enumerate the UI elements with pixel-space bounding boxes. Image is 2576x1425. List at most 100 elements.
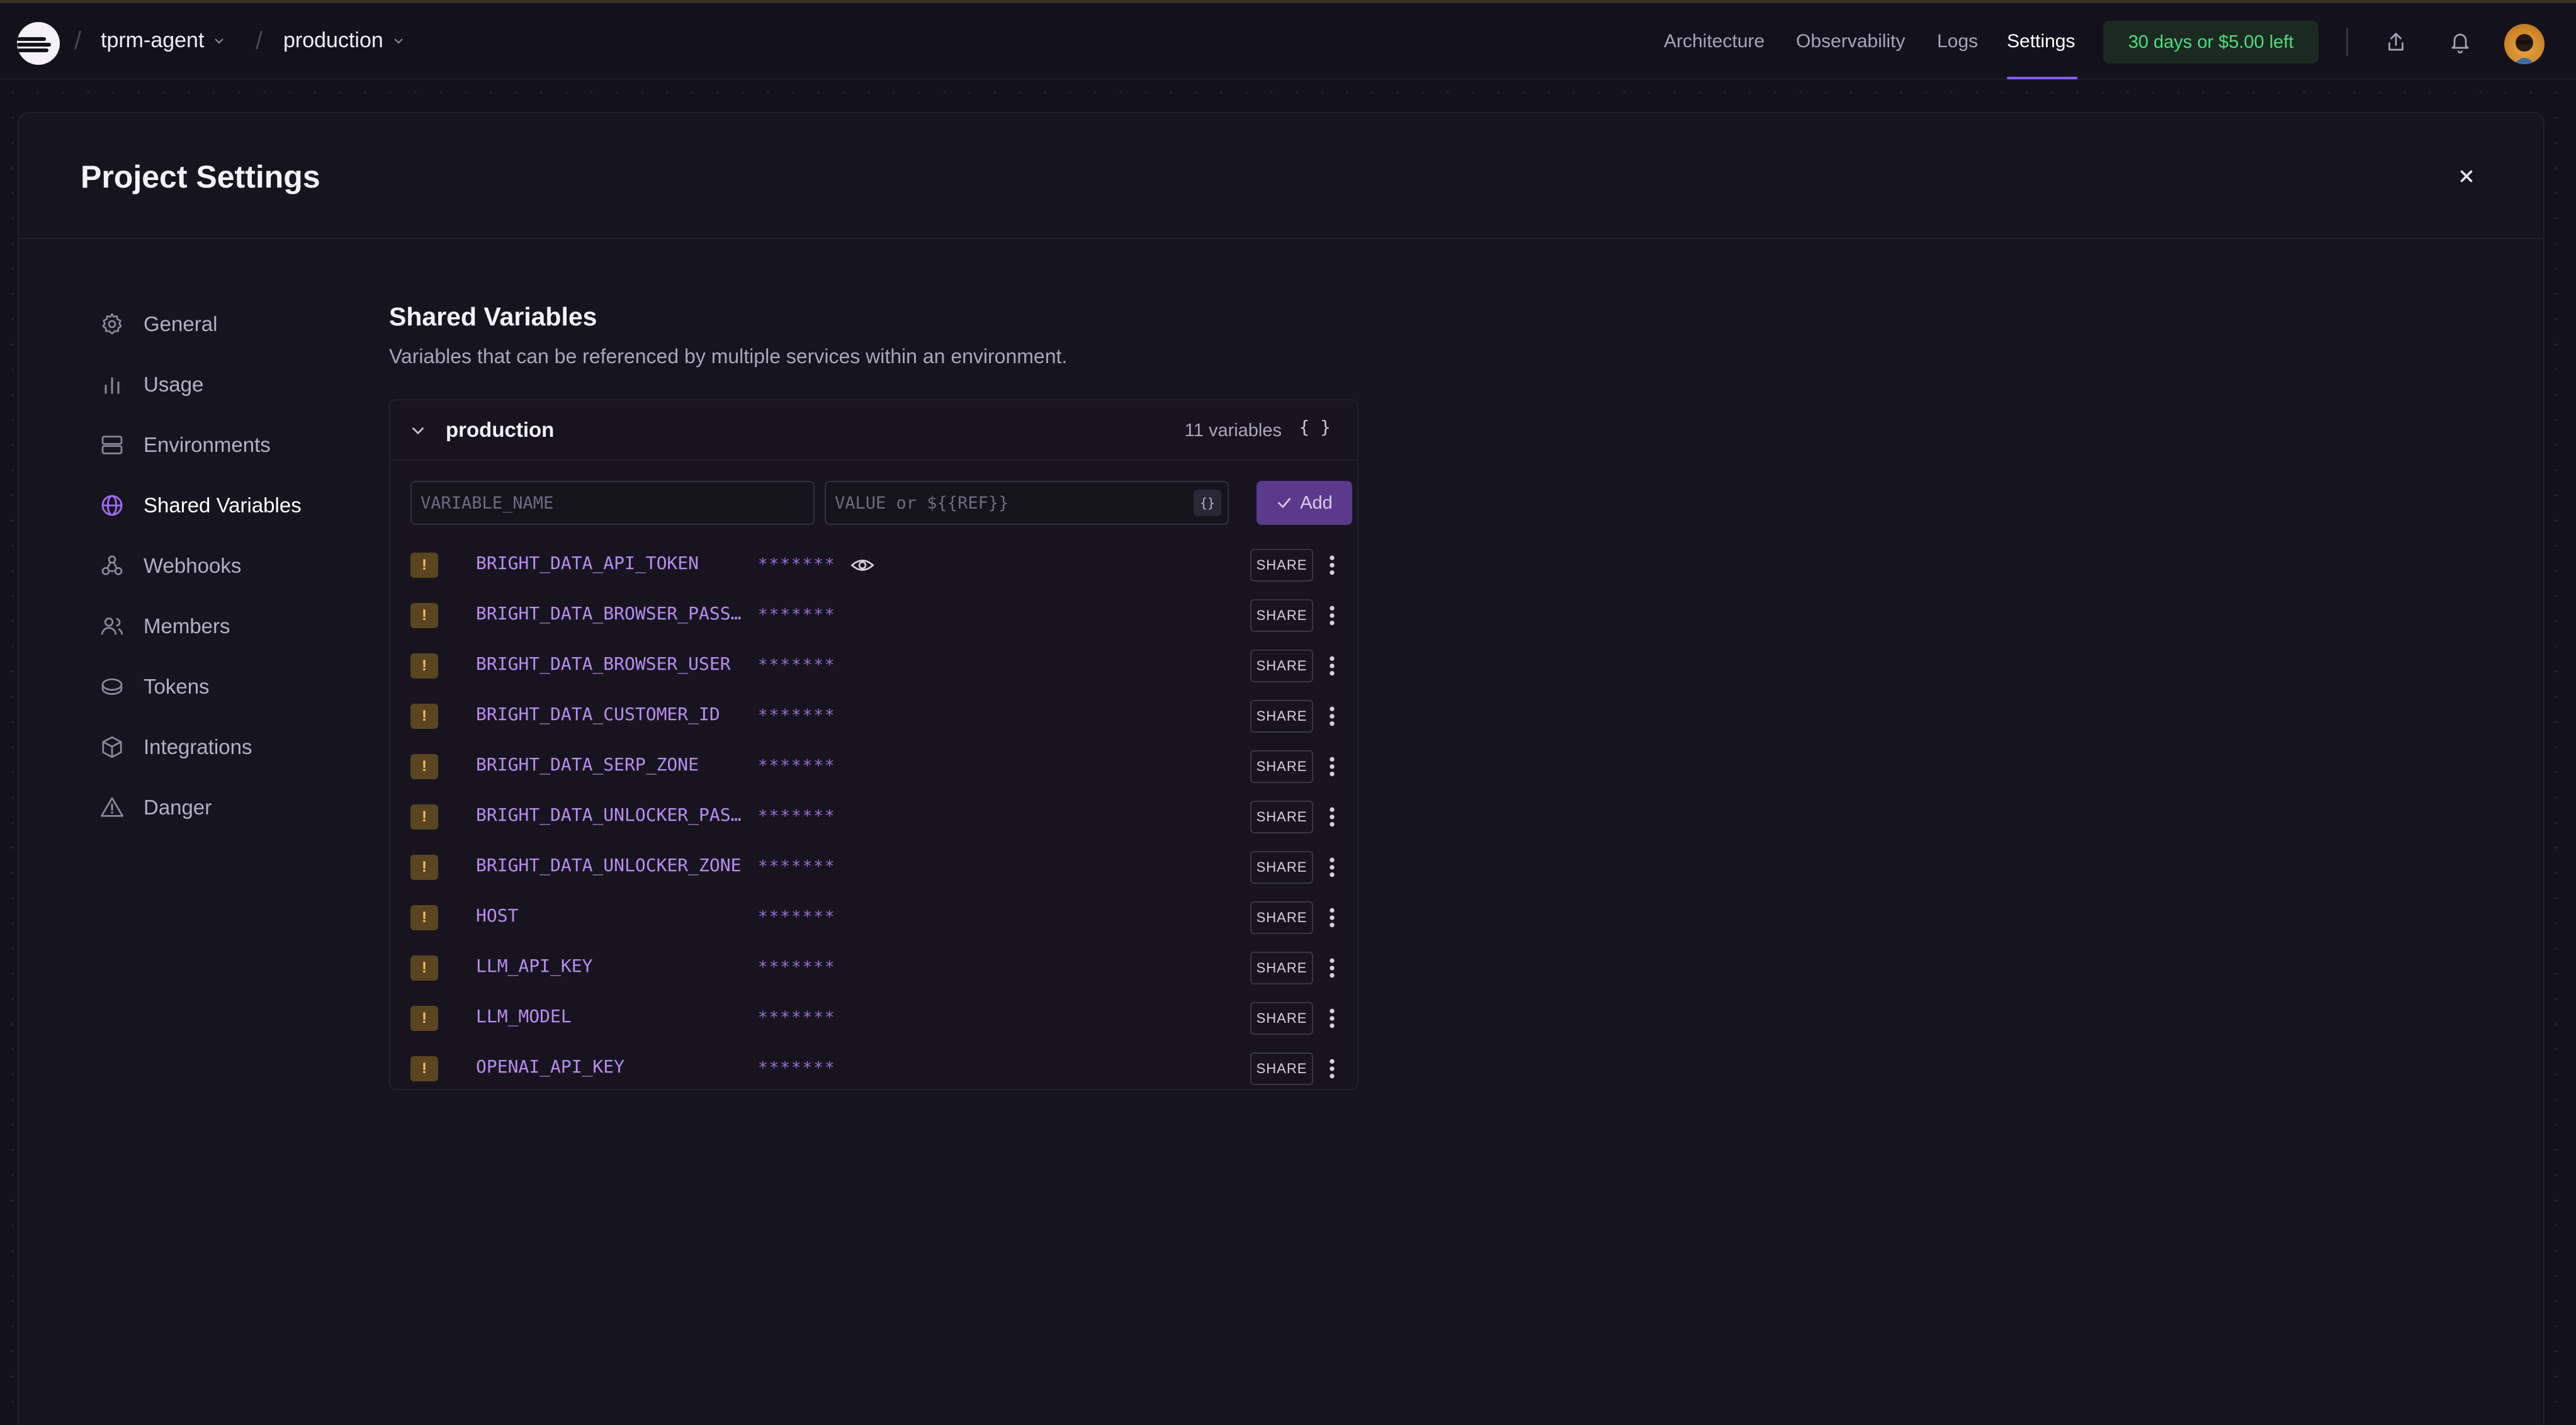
sidebar-item-general[interactable]: General: [99, 305, 217, 343]
variable-name[interactable]: BRIGHT_DATA_UNLOCKER_ZONE: [476, 855, 747, 876]
warning-badge[interactable]: !: [410, 704, 438, 729]
sidebar-item-environments[interactable]: Environments: [99, 426, 271, 464]
variable-row[interactable]: ! OPENAI_API_KEY ******* SHARE: [390, 1044, 1357, 1094]
more-vertical-icon[interactable]: [1325, 804, 1340, 830]
variable-value-masked[interactable]: *******: [758, 656, 836, 675]
variable-value-masked[interactable]: *******: [758, 1059, 836, 1078]
more-vertical-icon[interactable]: [1325, 1006, 1340, 1031]
sidebar-item-shared-variables[interactable]: Shared Variables: [99, 487, 302, 524]
variable-row[interactable]: ! BRIGHT_DATA_BROWSER_USER ******* SHARE: [390, 641, 1357, 691]
share-button[interactable]: SHARE: [1250, 851, 1313, 884]
share-button[interactable]: SHARE: [1250, 1052, 1313, 1085]
nav-settings[interactable]: Settings: [2007, 31, 2075, 52]
variable-value-masked[interactable]: *******: [758, 1008, 836, 1027]
variable-name[interactable]: BRIGHT_DATA_BROWSER_PASS…: [476, 603, 747, 624]
variable-row[interactable]: ! BRIGHT_DATA_UNLOCKER_PAS… ******* SHARE: [390, 792, 1357, 842]
variable-name[interactable]: LLM_MODEL: [476, 1006, 747, 1027]
warning-badge[interactable]: !: [410, 754, 438, 779]
sidebar-item-usage[interactable]: Usage: [99, 366, 203, 403]
warning-badge[interactable]: !: [410, 603, 438, 628]
sidebar-item-label: Tokens: [144, 675, 210, 698]
variable-name[interactable]: BRIGHT_DATA_SERP_ZONE: [476, 754, 747, 775]
warning-badge[interactable]: !: [410, 1006, 438, 1031]
share-upload-icon[interactable]: [2385, 31, 2407, 54]
reference-button[interactable]: {}: [1194, 490, 1221, 516]
variable-value-masked[interactable]: *******: [758, 807, 836, 826]
eye-icon[interactable]: [850, 553, 875, 578]
variable-row[interactable]: ! LLM_API_KEY ******* SHARE: [390, 943, 1357, 993]
warning-badge[interactable]: !: [410, 955, 438, 981]
variable-value-masked[interactable]: *******: [758, 605, 836, 624]
variable-value-masked[interactable]: *******: [758, 908, 836, 927]
variable-row[interactable]: ! LLM_MODEL ******* SHARE: [390, 993, 1357, 1044]
project-switcher[interactable]: tprm-agent: [101, 28, 225, 53]
sidebar-item-integrations[interactable]: Integrations: [99, 728, 252, 766]
raw-editor-button[interactable]: { }: [1299, 417, 1331, 437]
warning-badge[interactable]: !: [410, 804, 438, 830]
variable-name[interactable]: BRIGHT_DATA_CUSTOMER_ID: [476, 704, 747, 724]
warning-badge[interactable]: !: [410, 553, 438, 578]
warning-badge[interactable]: !: [410, 653, 438, 679]
warning-badge[interactable]: !: [410, 1056, 438, 1081]
share-button[interactable]: SHARE: [1250, 952, 1313, 984]
variable-row[interactable]: ! BRIGHT_DATA_BROWSER_PASS… ******* SHARE: [390, 590, 1357, 641]
variable-value-masked[interactable]: *******: [758, 757, 836, 775]
variable-row[interactable]: ! BRIGHT_DATA_SERP_ZONE ******* SHARE: [390, 741, 1357, 792]
more-vertical-icon[interactable]: [1325, 754, 1340, 779]
warning-badge[interactable]: !: [410, 855, 438, 880]
variable-name[interactable]: OPENAI_API_KEY: [476, 1056, 747, 1077]
more-vertical-icon[interactable]: [1325, 603, 1340, 628]
share-button[interactable]: SHARE: [1250, 650, 1313, 682]
warning-badge[interactable]: !: [410, 905, 438, 930]
variable-value-input[interactable]: [835, 493, 1187, 513]
variable-value-masked[interactable]: *******: [758, 958, 836, 977]
variable-name-input[interactable]: [421, 493, 813, 513]
modal-header: Project Settings: [19, 113, 2543, 239]
nav-logs[interactable]: Logs: [1937, 31, 1978, 52]
sidebar-item-danger[interactable]: Danger: [99, 789, 212, 826]
trial-badge[interactable]: 30 days or $5.00 left: [2103, 21, 2319, 64]
warning-icon: [101, 797, 124, 817]
variable-row[interactable]: ! BRIGHT_DATA_UNLOCKER_ZONE ******* SHARE: [390, 842, 1357, 893]
variable-name[interactable]: HOST: [476, 905, 747, 926]
variable-value-field[interactable]: {}: [825, 481, 1229, 525]
sidebar-item-members[interactable]: Members: [99, 607, 230, 645]
more-vertical-icon[interactable]: [1325, 855, 1340, 880]
share-button[interactable]: SHARE: [1250, 599, 1313, 632]
nav-architecture[interactable]: Architecture: [1664, 31, 1765, 52]
variable-value-masked[interactable]: *******: [758, 706, 836, 725]
close-icon[interactable]: [2455, 165, 2478, 188]
share-button[interactable]: SHARE: [1250, 700, 1313, 733]
more-vertical-icon[interactable]: [1325, 1056, 1340, 1081]
share-button[interactable]: SHARE: [1250, 750, 1313, 783]
bell-icon[interactable]: [2449, 31, 2471, 54]
variable-row[interactable]: ! BRIGHT_DATA_API_TOKEN ******* SHARE: [390, 540, 1357, 590]
more-vertical-icon[interactable]: [1325, 553, 1340, 578]
share-button[interactable]: SHARE: [1250, 549, 1313, 582]
share-button[interactable]: SHARE: [1250, 801, 1313, 833]
variable-row[interactable]: ! BRIGHT_DATA_CUSTOMER_ID ******* SHARE: [390, 691, 1357, 741]
variable-row[interactable]: ! HOST ******* SHARE: [390, 893, 1357, 943]
more-vertical-icon[interactable]: [1325, 653, 1340, 679]
more-vertical-icon[interactable]: [1325, 704, 1340, 729]
sidebar-item-webhooks[interactable]: Webhooks: [99, 547, 241, 585]
nav-observability[interactable]: Observability: [1796, 31, 1905, 52]
share-button[interactable]: SHARE: [1250, 901, 1313, 934]
variable-name-field[interactable]: [410, 481, 815, 525]
user-avatar[interactable]: [2504, 24, 2545, 64]
chevron-down-icon[interactable]: [409, 422, 427, 439]
sidebar-item-tokens[interactable]: Tokens: [99, 668, 210, 706]
environment-switcher[interactable]: production: [283, 28, 405, 53]
railway-logo-icon[interactable]: [17, 22, 60, 65]
variable-name[interactable]: BRIGHT_DATA_API_TOKEN: [476, 553, 747, 573]
add-variable-button[interactable]: Add: [1257, 481, 1352, 525]
more-vertical-icon[interactable]: [1325, 905, 1340, 930]
environment-panel-header[interactable]: production 11 variables { }: [390, 400, 1357, 461]
variable-value-masked[interactable]: *******: [758, 857, 836, 876]
share-button[interactable]: SHARE: [1250, 1002, 1313, 1035]
variable-value-masked[interactable]: *******: [758, 555, 836, 574]
more-vertical-icon[interactable]: [1325, 955, 1340, 981]
variable-name[interactable]: BRIGHT_DATA_UNLOCKER_PAS…: [476, 804, 747, 825]
variable-name[interactable]: BRIGHT_DATA_BROWSER_USER: [476, 653, 747, 674]
variable-name[interactable]: LLM_API_KEY: [476, 955, 747, 976]
